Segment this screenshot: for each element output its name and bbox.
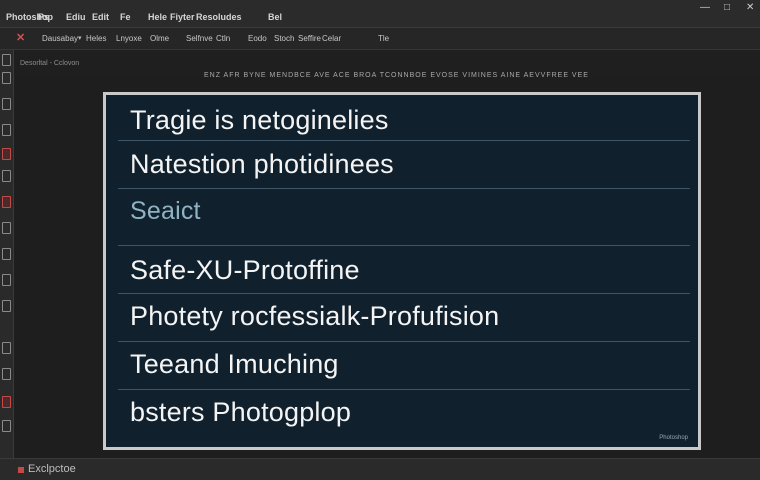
option-item[interactable]: Olme	[150, 34, 169, 43]
document-tab[interactable]: Desorltal - Cclovon	[20, 60, 79, 67]
option-item[interactable]: Eodo	[248, 34, 267, 43]
close-document-icon[interactable]: ✕	[16, 33, 25, 44]
lasso-tool-icon[interactable]	[2, 98, 11, 110]
chevron-down-icon[interactable]: ▾	[78, 35, 82, 43]
row-text: Safe-XU-Protoffine	[130, 255, 360, 285]
menu-fe[interactable]: Fe	[120, 13, 131, 22]
menu-ps[interactable]: Ps	[38, 13, 49, 22]
menu-bar: Photoshop Ps Ediu Edit Fe Hele Fiyter Re…	[0, 0, 760, 28]
menu-edit[interactable]: Edit	[92, 13, 109, 22]
move-tool-icon[interactable]	[2, 54, 11, 66]
divider	[118, 188, 690, 189]
divider	[118, 389, 690, 390]
menu-bel[interactable]: Bel	[268, 13, 282, 22]
search-row[interactable]: Seaict	[118, 193, 690, 233]
hand-tool-icon[interactable]	[2, 342, 11, 354]
option-item[interactable]: Seffire	[298, 34, 321, 43]
eraser-tool-icon[interactable]	[2, 196, 11, 208]
menu-hele[interactable]: Hele	[148, 13, 167, 22]
close-icon[interactable]: ✕	[746, 3, 754, 13]
row-text: Photety rocfessialk-Profufision	[130, 301, 500, 331]
text-tool-icon[interactable]	[2, 248, 11, 260]
quick-mask-icon[interactable]	[2, 420, 11, 432]
tools-panel	[0, 50, 14, 480]
row-text: Natestion photidinees	[130, 149, 394, 179]
document-canvas[interactable]: Tragie is netoginelies Natestion photidi…	[106, 95, 698, 447]
gradient-tool-icon[interactable]	[2, 222, 11, 234]
list-item: Photety rocfessialk-Profufision	[118, 297, 690, 337]
option-item[interactable]: Dausabay	[42, 34, 78, 43]
brush-tool-icon[interactable]	[2, 148, 11, 160]
row-text: bsters Photogplop	[130, 397, 352, 427]
document-tab-bar: Desorltal - Cclovon ENZ AFR BYNE MENDBCE…	[14, 52, 760, 79]
option-item[interactable]: Tle	[378, 34, 389, 43]
divider	[118, 245, 690, 246]
options-bar: ✕ Dausabay ▾ Heles Lnyoxe Olme Selfnve C…	[0, 28, 760, 50]
menu-resoludes[interactable]: Resoludes	[196, 13, 242, 22]
option-item[interactable]: Ctln	[216, 34, 230, 43]
list-item: Teeand Imuching	[118, 345, 690, 385]
stamp-tool-icon[interactable]	[2, 170, 11, 182]
restore-icon[interactable]: □	[724, 3, 730, 13]
pen-tool-icon[interactable]	[2, 274, 11, 286]
search-label: Seaict	[130, 197, 201, 225]
watermark-text: Photoshop	[659, 435, 688, 441]
divider	[118, 140, 690, 141]
list-item: bsters Photogplop	[118, 393, 690, 433]
menu-fiyter[interactable]: Fiyter	[170, 13, 195, 22]
option-item[interactable]: Celar	[322, 34, 341, 43]
document-frame: Tragie is netoginelies Natestion photidi…	[103, 92, 701, 450]
marquee-tool-icon[interactable]	[2, 72, 11, 84]
zoom-tool-icon[interactable]	[2, 368, 11, 380]
crop-tool-icon[interactable]	[2, 124, 11, 136]
status-text: Exclpctoe	[28, 463, 76, 475]
minimize-icon[interactable]: —	[700, 3, 710, 13]
list-item: Natestion photidinees	[118, 145, 690, 185]
row-text: Teeand Imuching	[130, 349, 339, 379]
foreground-color-icon[interactable]	[2, 396, 11, 408]
menu-ediu[interactable]: Ediu	[66, 13, 86, 22]
option-item[interactable]: Heles	[86, 34, 106, 43]
shape-tool-icon[interactable]	[2, 300, 11, 312]
status-indicator-icon	[18, 467, 24, 473]
row-text: Tragie is netoginelies	[130, 105, 389, 135]
option-item[interactable]: Lnyoxe	[116, 34, 142, 43]
list-item: Safe-XU-Protoffine	[118, 251, 690, 291]
divider	[118, 341, 690, 342]
status-bar: Exclpctoe	[0, 458, 760, 480]
list-item: Tragie is netoginelies	[118, 101, 690, 141]
option-item[interactable]: Selfnve	[186, 34, 213, 43]
option-item[interactable]: Stoch	[274, 34, 294, 43]
divider	[118, 293, 690, 294]
